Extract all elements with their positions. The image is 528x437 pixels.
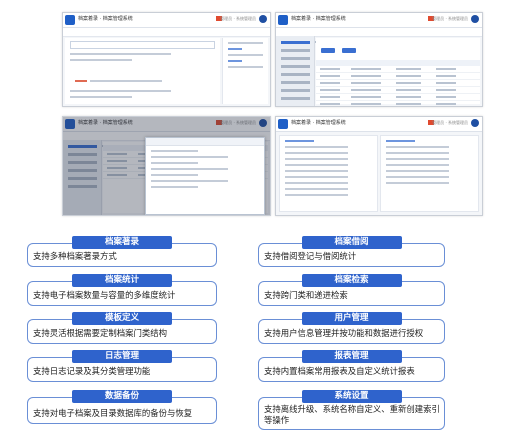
feature-label: 报表管理 bbox=[301, 350, 402, 363]
feature-description: 支持内置档案常用报表及自定义统计报表 bbox=[264, 366, 415, 376]
feature-label: 档案借阅 bbox=[301, 236, 402, 249]
feature-label: 数据备份 bbox=[72, 390, 172, 403]
app-header: 档案着录 · 档案管理系统 管理员 · 系统管理员 bbox=[276, 13, 482, 28]
app-header: 档案着录 · 档案管理系统 管理员 · 系统管理员 bbox=[63, 13, 270, 28]
feature-card: 数据备份 支持对电子档案及目录数据库的备份与恢复 bbox=[27, 390, 217, 424]
feature-label: 档案著录 bbox=[72, 236, 172, 249]
avatar[interactable] bbox=[471, 15, 479, 23]
feature-description: 支持离线升级、系统名称自定义、重新创建索引等操作 bbox=[264, 404, 440, 425]
feature-label: 用户管理 bbox=[301, 312, 402, 325]
feature-card: 系统设置 支持离线升级、系统名称自定义、重新创建索引等操作 bbox=[258, 390, 445, 430]
screenshot-archive-edit: 档案着录 · 档案管理系统 管理员 · 系统管理员 bbox=[62, 116, 271, 216]
feature-description: 支持电子档案数量与容量的多维度统计 bbox=[33, 290, 176, 300]
nav-tabs[interactable] bbox=[63, 28, 270, 43]
app-logo bbox=[65, 15, 75, 25]
left-list bbox=[279, 135, 378, 212]
feature-description: 支持日志记录及其分类管理功能 bbox=[33, 366, 151, 376]
app-title: 档案着录 · 档案管理系统 bbox=[78, 16, 133, 22]
feature-card: 用户管理 支持用户信息管理并按功能和数据进行授权 bbox=[258, 312, 445, 344]
feature-label: 档案统计 bbox=[72, 274, 172, 287]
feature-label: 模板定义 bbox=[72, 312, 172, 325]
feature-description: 支持对电子档案及目录数据库的备份与恢复 bbox=[33, 408, 193, 418]
app-logo bbox=[278, 15, 288, 25]
app-title: 档案着录 · 档案管理系统 bbox=[291, 120, 346, 126]
feature-card: 档案借阅 支持借阅登记与借阅统计 bbox=[258, 236, 445, 267]
feature-card: 报表管理 支持内置档案常用报表及自定义统计报表 bbox=[258, 350, 445, 382]
edit-dialog[interactable] bbox=[145, 137, 265, 215]
feature-label: 系统设置 bbox=[301, 390, 402, 403]
feature-card: 档案统计 支持电子档案数量与容量的多维度统计 bbox=[27, 274, 217, 306]
app-title: 档案着录 · 档案管理系统 bbox=[291, 16, 346, 22]
feature-description: 支持借阅登记与借阅统计 bbox=[264, 251, 357, 261]
feature-description: 支持灵活根据需要定制档案门类结构 bbox=[33, 328, 167, 338]
table-panel bbox=[316, 38, 480, 105]
screenshot-archive-list: 档案着录 · 档案管理系统 管理员 · 系统管理员 bbox=[275, 12, 483, 107]
user-info: 管理员 · 系统管理员 bbox=[432, 16, 468, 21]
avatar[interactable] bbox=[259, 15, 267, 23]
toolbar-button[interactable] bbox=[342, 48, 356, 53]
main-panel bbox=[65, 38, 220, 104]
avatar[interactable] bbox=[471, 119, 479, 127]
user-info: 管理员 · 系统管理员 bbox=[432, 120, 468, 125]
sidebar bbox=[276, 36, 315, 106]
right-list bbox=[380, 135, 479, 212]
feature-label: 日志管理 bbox=[72, 350, 172, 363]
feature-description: 支持多种档案著录方式 bbox=[33, 251, 117, 261]
search-input[interactable] bbox=[70, 41, 215, 49]
user-info: 管理员 · 系统管理员 bbox=[220, 16, 256, 21]
feature-description: 支持用户信息管理并按功能和数据进行授权 bbox=[264, 328, 424, 338]
app-logo bbox=[278, 119, 288, 129]
feature-card: 日志管理 支持日志记录及其分类管理功能 bbox=[27, 350, 217, 382]
side-panel bbox=[222, 38, 268, 104]
feature-description: 支持跨门类和递进检索 bbox=[264, 290, 348, 300]
feature-card: 模板定义 支持灵活根据需要定制档案门类结构 bbox=[27, 312, 217, 344]
app-header: 档案着录 · 档案管理系统 管理员 · 系统管理员 bbox=[276, 117, 482, 132]
feature-card: 档案检索 支持跨门类和递进检索 bbox=[258, 274, 445, 306]
feature-label: 档案检索 bbox=[301, 274, 402, 287]
toolbar-button[interactable] bbox=[321, 48, 335, 53]
feature-card: 档案著录 支持多种档案著录方式 bbox=[27, 236, 217, 267]
screenshot-archive-entry: 档案着录 · 档案管理系统 管理员 · 系统管理员 bbox=[62, 12, 271, 107]
screenshot-archive-borrow: 档案着录 · 档案管理系统 管理员 · 系统管理员 bbox=[275, 116, 483, 216]
